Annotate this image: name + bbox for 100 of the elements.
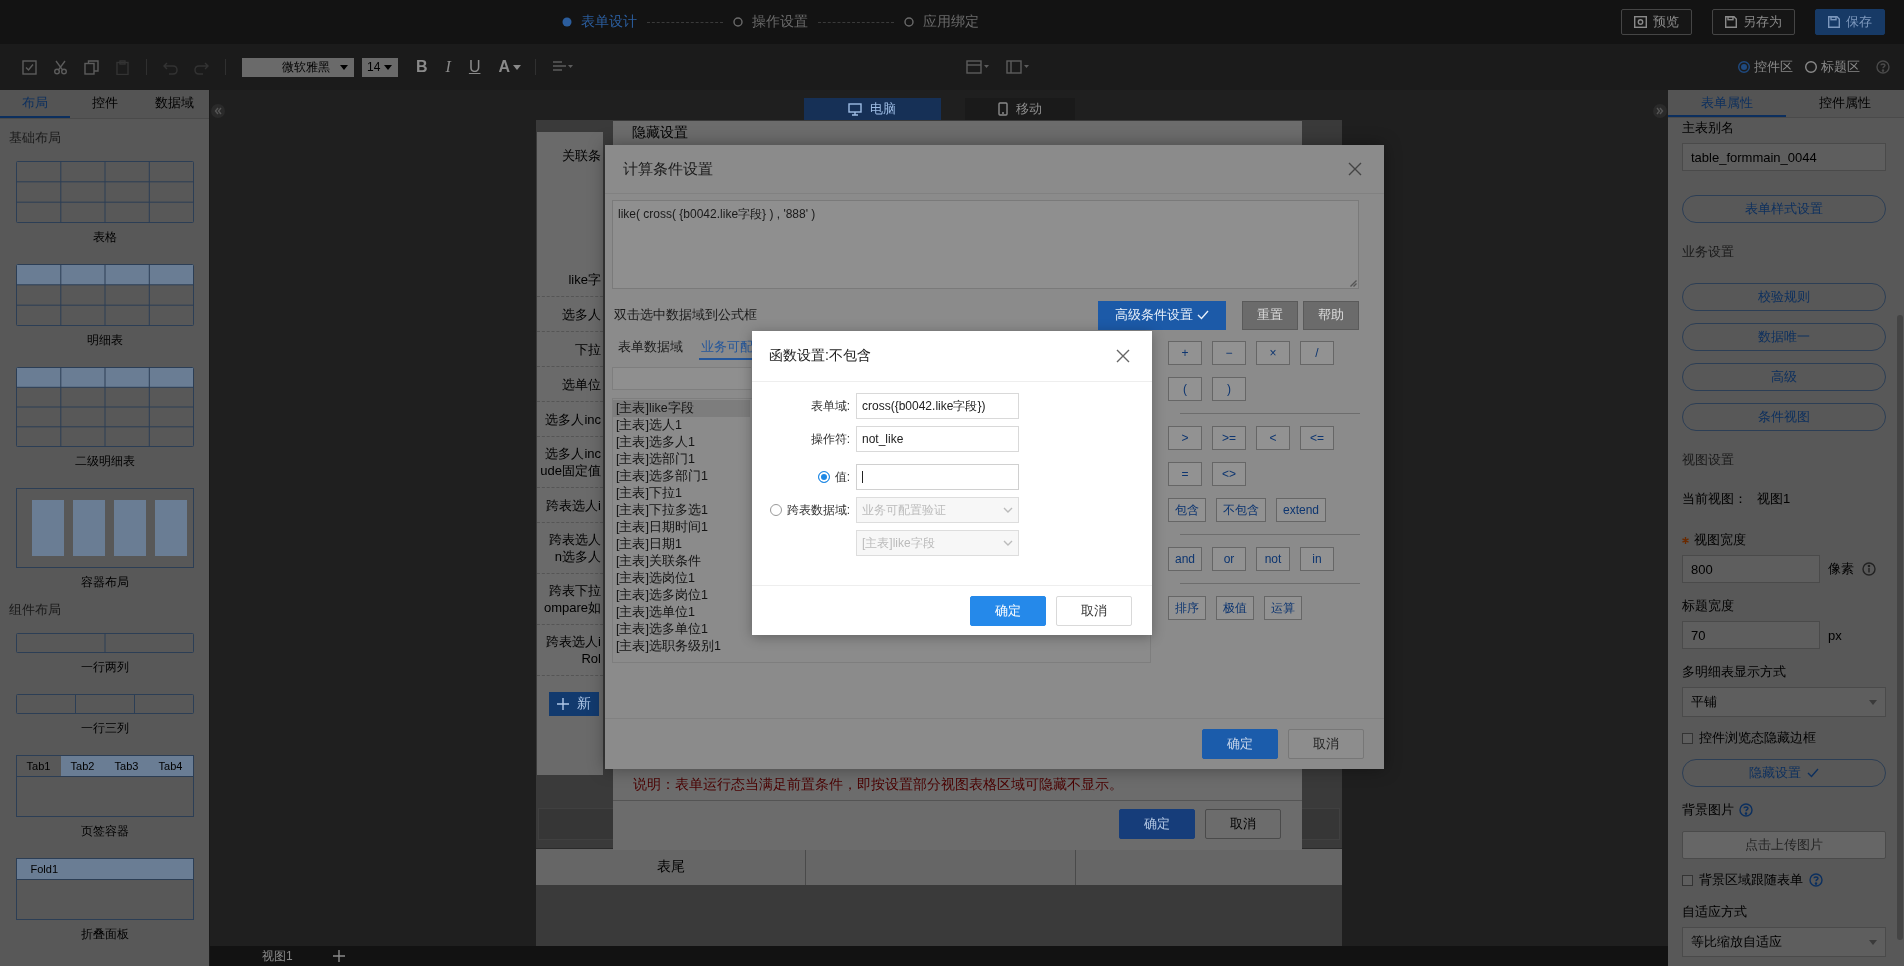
- operator-button[interactable]: in: [1300, 547, 1335, 571]
- help-icon[interactable]: [1739, 803, 1753, 817]
- collapse-right-icon[interactable]: [1653, 104, 1667, 118]
- sub-detail-table-drawing[interactable]: [15, 367, 194, 447]
- step-tab[interactable]: 表单设计: [562, 13, 637, 31]
- paste-icon[interactable]: [115, 59, 130, 75]
- text-field[interactable]: not_like: [856, 426, 1019, 452]
- field-list-item[interactable]: [主表]选多单位1: [613, 621, 750, 638]
- font-color-button[interactable]: A: [494, 58, 525, 76]
- close-icon[interactable]: [1348, 162, 1362, 176]
- detail-table-drawing[interactable]: [15, 264, 194, 326]
- operator-button[interactable]: −: [1212, 341, 1246, 365]
- device-tab[interactable]: 移动: [964, 98, 1075, 120]
- device-tab[interactable]: 电脑: [803, 98, 941, 120]
- scissors-icon[interactable]: [53, 59, 68, 75]
- container-layout-drawing[interactable]: [15, 488, 194, 568]
- operator-button[interactable]: not: [1256, 547, 1291, 571]
- cancel-button[interactable]: 取消: [1056, 596, 1132, 626]
- operator-button[interactable]: >: [1168, 426, 1202, 450]
- panel-tab[interactable]: 控件: [69, 90, 140, 118]
- bold-button[interactable]: B: [412, 58, 432, 76]
- operator-button[interactable]: <: [1256, 426, 1290, 450]
- font-size-select[interactable]: 14: [362, 57, 398, 77]
- help-icon[interactable]: [1876, 60, 1890, 74]
- formula-field[interactable]: like( cross( {b0042.like字段} ) , '888' ): [612, 200, 1359, 289]
- action-button[interactable]: 帮助: [1303, 300, 1359, 330]
- text-field[interactable]: 800: [1682, 555, 1820, 583]
- panel-tab[interactable]: 控件属性: [1786, 90, 1904, 117]
- field-list-item[interactable]: [主表]选岗位1: [613, 570, 750, 587]
- field-list-item[interactable]: [主表]选多人1: [613, 434, 750, 451]
- field-list-item[interactable]: [主表]选多部门1: [613, 468, 750, 485]
- table-layout-drawing[interactable]: [15, 161, 194, 223]
- cancel-button[interactable]: 取消: [1205, 809, 1281, 839]
- info-icon[interactable]: [1862, 562, 1876, 576]
- preview-button[interactable]: 预览: [1621, 9, 1692, 35]
- view-tab[interactable]: 视图1: [262, 947, 293, 965]
- select-field[interactable]: 等比缩放自适应: [1682, 927, 1886, 957]
- field-list-item[interactable]: [主表]选部门1: [613, 451, 750, 468]
- copy-icon[interactable]: [84, 59, 99, 75]
- radio-button[interactable]: [769, 504, 782, 516]
- confirm-button[interactable]: 确定: [1119, 809, 1195, 839]
- operator-button[interactable]: 不包含: [1216, 498, 1266, 522]
- fold-panel-drawing[interactable]: Fold1: [15, 858, 194, 920]
- add-button[interactable]: 新: [549, 692, 599, 716]
- operator-button[interactable]: =: [1168, 462, 1202, 486]
- operator-button[interactable]: or: [1212, 547, 1247, 571]
- text-field[interactable]: 70: [1682, 621, 1820, 649]
- field-list-item[interactable]: [主表]日期1: [613, 536, 750, 553]
- operator-button[interactable]: <=: [1300, 426, 1334, 450]
- field-list-item[interactable]: [主表]日期时间1: [613, 519, 750, 536]
- operator-button[interactable]: and: [1168, 547, 1203, 571]
- value-field[interactable]: [856, 464, 1019, 490]
- panel-tab[interactable]: 数据域: [139, 90, 209, 118]
- close-icon[interactable]: [1116, 349, 1130, 363]
- operator-button[interactable]: ): [1212, 377, 1246, 401]
- font-select[interactable]: 微软雅黑: [242, 57, 354, 77]
- confirm-button[interactable]: 确定: [970, 596, 1046, 626]
- table-icon[interactable]: [966, 60, 990, 74]
- step-tab[interactable]: 操作设置: [733, 13, 808, 31]
- three-column-row-drawing[interactable]: [15, 694, 194, 714]
- text-field[interactable]: cross({b0042.like字段}): [856, 393, 1019, 419]
- data-tab[interactable]: 表单数据域: [616, 336, 685, 360]
- help-icon[interactable]: [1809, 873, 1823, 887]
- radio-button[interactable]: [817, 471, 830, 483]
- step-tab[interactable]: 应用绑定: [904, 13, 979, 31]
- italic-button[interactable]: I: [441, 58, 455, 76]
- operator-button[interactable]: (: [1168, 377, 1202, 401]
- save-button[interactable]: 保存: [1815, 9, 1885, 35]
- operator-button[interactable]: 包含: [1168, 498, 1206, 522]
- field-list-item[interactable]: [主表]下拉1: [613, 485, 750, 502]
- field-list-item[interactable]: [主表]选单位1: [613, 604, 750, 621]
- two-column-row-drawing[interactable]: [15, 633, 194, 653]
- field-list-item[interactable]: [主表]选多岗位1: [613, 587, 750, 604]
- operator-button[interactable]: 极值: [1216, 596, 1254, 620]
- field-list-item[interactable]: [主表]选职务级别1: [613, 638, 750, 655]
- operator-button[interactable]: 运算: [1264, 596, 1302, 620]
- search-field[interactable]: [612, 367, 751, 390]
- action-button[interactable]: 重置: [1242, 300, 1298, 330]
- operator-button[interactable]: +: [1168, 341, 1202, 365]
- text-field[interactable]: table_formmain_0044: [1682, 143, 1886, 171]
- operator-button[interactable]: 排序: [1168, 596, 1206, 620]
- area-radio[interactable]: 标题区: [1805, 58, 1860, 76]
- field-list-item[interactable]: [主表]关联条件: [613, 553, 750, 570]
- operator-button[interactable]: ×: [1256, 341, 1290, 365]
- field-list-item[interactable]: [主表]选人1: [613, 417, 750, 434]
- save-as-button[interactable]: 另存为: [1712, 9, 1795, 35]
- image-icon[interactable]: [1006, 60, 1030, 74]
- area-radio[interactable]: 控件区: [1738, 58, 1793, 76]
- operator-button[interactable]: >=: [1212, 426, 1246, 450]
- field-list-item[interactable]: [主表]下拉多选1: [613, 502, 750, 519]
- plus-icon[interactable]: [332, 950, 345, 962]
- operator-button[interactable]: extend: [1276, 498, 1327, 522]
- operator-button[interactable]: /: [1300, 341, 1334, 365]
- operator-button[interactable]: <>: [1212, 462, 1246, 486]
- checkbox[interactable]: [1682, 874, 1693, 886]
- select-field[interactable]: 平铺: [1682, 687, 1886, 717]
- align-icon[interactable]: [552, 60, 574, 74]
- advanced-settings-button[interactable]: 高级条件设置: [1098, 300, 1226, 330]
- tab-container-drawing[interactable]: Tab1 Tab2 Tab3 Tab4: [15, 755, 194, 817]
- underline-button[interactable]: U: [464, 58, 485, 76]
